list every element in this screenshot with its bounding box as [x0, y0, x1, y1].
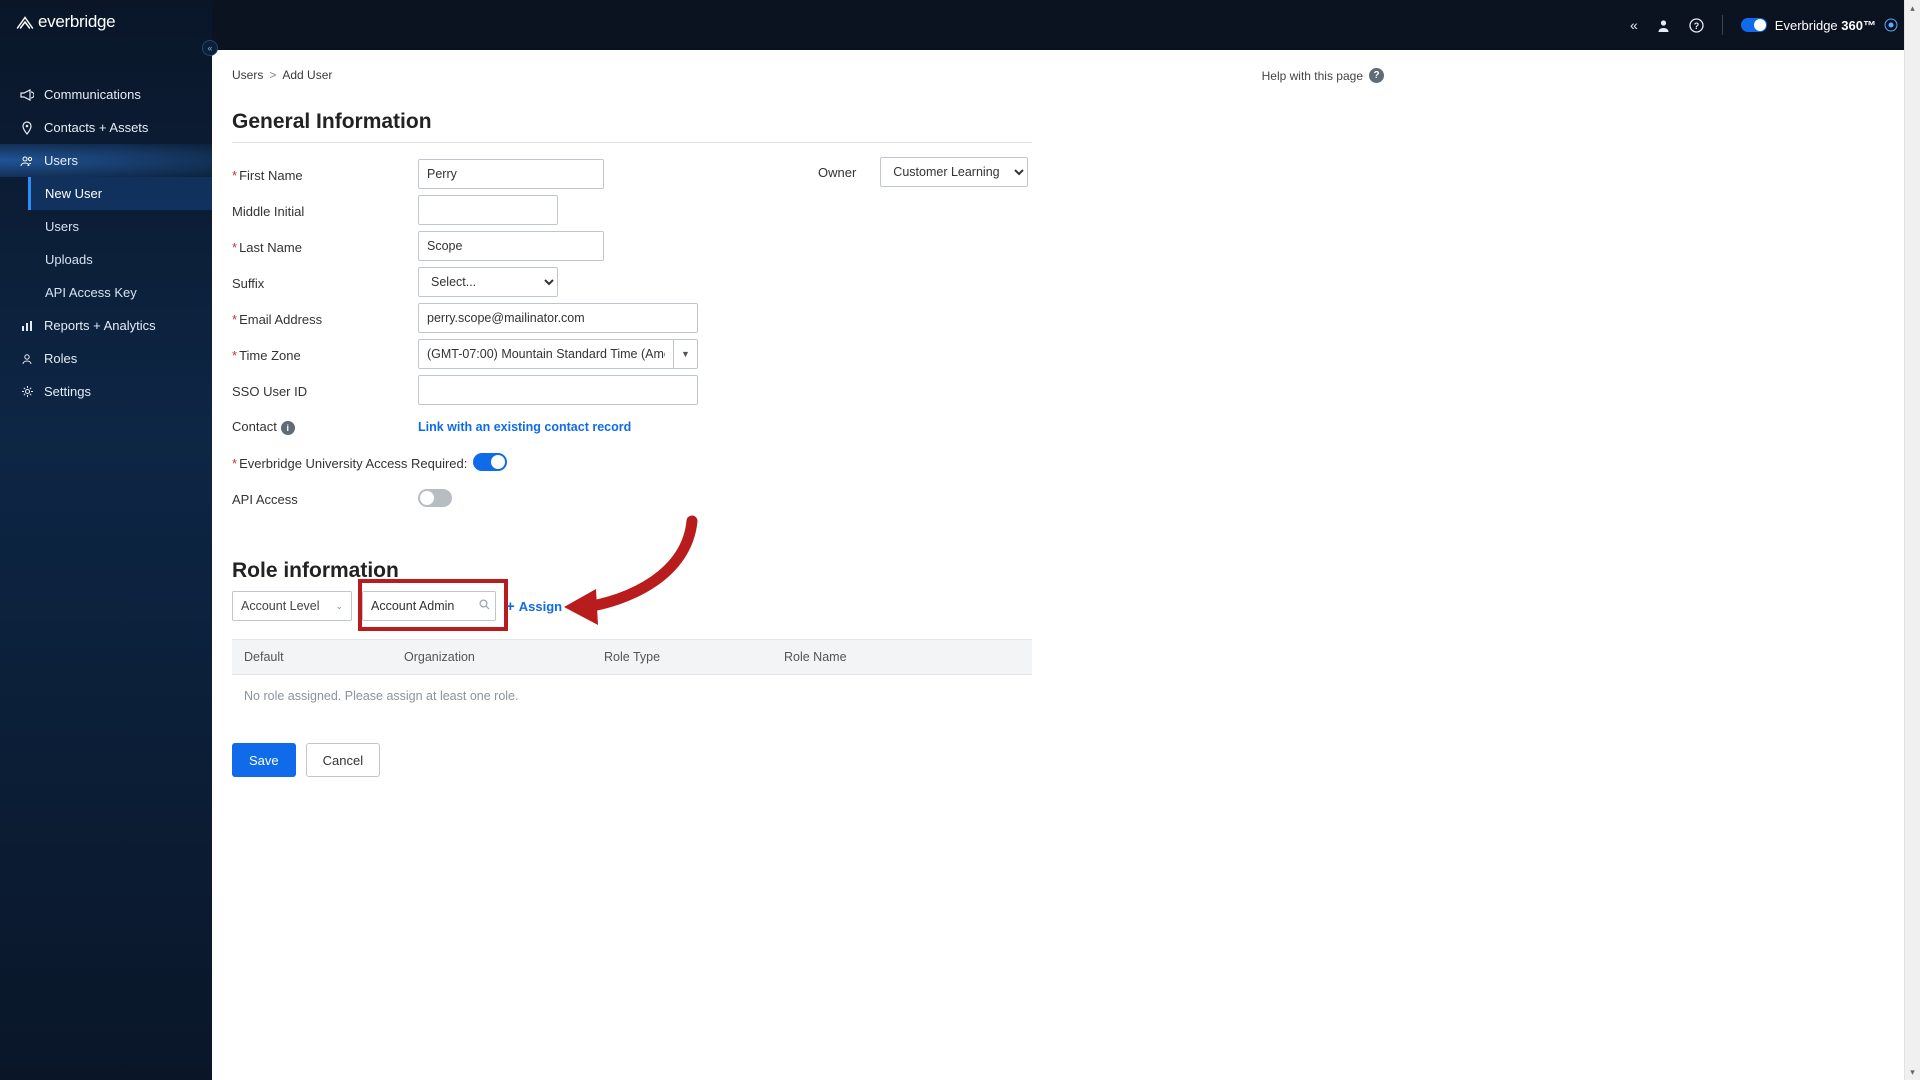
last-name-input[interactable] — [418, 231, 604, 261]
gear-icon — [16, 385, 38, 398]
sso-input[interactable] — [418, 375, 698, 405]
sidebar-nav: Communications Contacts + Assets Users N… — [0, 46, 212, 408]
subnav-label: Users — [45, 219, 79, 234]
suffix-select[interactable]: Select... — [418, 267, 558, 297]
subnav-item-api-key[interactable]: API Access Key — [28, 276, 212, 309]
last-name-label: *Last Name — [232, 238, 418, 255]
section-title-role: Role information — [232, 559, 1384, 583]
contact-label: Contacti — [232, 417, 418, 435]
suffix-label: Suffix — [232, 274, 418, 291]
timezone-label: *Time Zone — [232, 346, 418, 363]
brand-logo: everbridge — [0, 0, 212, 46]
browser-scrollbar[interactable]: ▴ ▾ — [1904, 0, 1920, 1080]
first-name-input[interactable] — [418, 159, 604, 189]
role-scope-select[interactable]: Account Level ⌄ — [232, 591, 352, 621]
users-icon — [16, 155, 38, 167]
role-scope-value: Account Level — [241, 599, 320, 613]
topbar: « ? Everbridge 360™ — [212, 0, 1920, 50]
role-table: Default Organization Role Type Role Name… — [232, 639, 1032, 717]
sidebar-item-settings[interactable]: Settings — [0, 375, 212, 408]
suite-info-icon[interactable] — [1884, 18, 1898, 32]
sidebar: everbridge « Communications Contacts + A… — [0, 0, 212, 1080]
info-icon[interactable]: i — [281, 421, 295, 435]
search-icon — [479, 599, 490, 613]
profile-icon[interactable] — [1656, 18, 1671, 33]
brand-name: everbridge — [38, 12, 115, 32]
help-label: Help with this page — [1262, 69, 1363, 83]
subnav-item-uploads[interactable]: Uploads — [28, 243, 212, 276]
megaphone-icon — [16, 89, 38, 101]
scroll-down-button[interactable]: ▾ — [1905, 1064, 1920, 1080]
sidebar-item-reports[interactable]: Reports + Analytics — [0, 309, 212, 342]
col-role-type: Role Type — [592, 640, 772, 674]
middle-initial-input[interactable] — [418, 195, 558, 225]
role-search-input[interactable] — [362, 591, 496, 621]
timezone-combobox[interactable]: ▼ — [418, 339, 1032, 369]
breadcrumb-separator: > — [269, 68, 276, 82]
role-table-header: Default Organization Role Type Role Name — [232, 639, 1032, 675]
section-divider — [232, 142, 1032, 143]
cancel-button[interactable]: Cancel — [306, 743, 380, 777]
col-role-name: Role Name — [772, 640, 1032, 674]
suite-toggle: Everbridge 360™ — [1741, 18, 1898, 33]
sidebar-item-label: Users — [44, 153, 78, 168]
svg-text:?: ? — [1694, 21, 1700, 31]
col-organization: Organization — [392, 640, 592, 674]
sidebar-item-label: Contacts + Assets — [44, 120, 148, 135]
email-label: *Email Address — [232, 310, 418, 327]
breadcrumb-root[interactable]: Users — [232, 68, 263, 82]
subnav-item-new-user[interactable]: New User — [28, 177, 212, 210]
sidebar-collapse-button[interactable]: « — [202, 40, 218, 56]
sidebar-item-roles[interactable]: Roles — [0, 342, 212, 375]
sidebar-item-communications[interactable]: Communications — [0, 78, 212, 111]
chevron-down-icon: ⌄ — [335, 601, 343, 612]
university-access-label: *Everbridge University Access Required: — [232, 454, 467, 471]
assign-label: Assign — [519, 599, 562, 614]
chart-icon — [16, 320, 38, 332]
col-default: Default — [232, 640, 392, 674]
link-contact-link[interactable]: Link with an existing contact record — [418, 420, 631, 434]
role-controls: Account Level ⌄ + Assign — [232, 591, 1384, 621]
breadcrumb: Users > Add User — [232, 68, 1384, 82]
sidebar-item-users[interactable]: Users — [0, 144, 212, 177]
save-button[interactable]: Save — [232, 743, 296, 777]
section-title-general: General Information — [232, 110, 1384, 134]
sidebar-item-label: Settings — [44, 384, 91, 399]
suite-label: Everbridge 360™ — [1775, 18, 1876, 33]
role-table-empty-msg: No role assigned. Please assign at least… — [232, 675, 1032, 717]
users-subnav: New User Users Uploads API Access Key — [0, 177, 212, 309]
owner-select[interactable]: Customer Learning Universe — [880, 157, 1028, 187]
plus-icon: + — [506, 598, 515, 615]
pin-icon — [16, 121, 38, 135]
subnav-label: New User — [45, 186, 102, 201]
sidebar-item-label: Roles — [44, 351, 77, 366]
collapse-header-icon[interactable]: « — [1630, 17, 1638, 33]
assign-role-link[interactable]: + Assign — [506, 598, 562, 615]
subnav-label: Uploads — [45, 252, 93, 267]
first-name-label: *First Name — [232, 166, 418, 183]
suite-toggle-switch[interactable] — [1741, 18, 1767, 32]
sidebar-item-contacts-assets[interactable]: Contacts + Assets — [0, 111, 212, 144]
owner-label: Owner — [818, 165, 856, 180]
person-icon — [16, 353, 38, 365]
sso-label: SSO User ID — [232, 382, 418, 399]
middle-initial-label: Middle Initial — [232, 202, 418, 219]
breadcrumb-current: Add User — [282, 68, 332, 82]
help-icon[interactable]: ? — [1689, 18, 1704, 33]
sidebar-item-label: Reports + Analytics — [44, 318, 156, 333]
everbridge-mark-icon — [16, 14, 34, 30]
sidebar-item-label: Communications — [44, 87, 141, 102]
topbar-divider — [1722, 15, 1723, 35]
timezone-input[interactable] — [418, 339, 674, 369]
email-input[interactable] — [418, 303, 698, 333]
help-with-page-link[interactable]: Help with this page ? — [1262, 68, 1384, 83]
api-access-label: API Access — [232, 490, 418, 507]
chevron-down-icon[interactable]: ▼ — [674, 339, 698, 369]
university-access-toggle[interactable] — [473, 453, 507, 471]
subnav-label: API Access Key — [45, 285, 137, 300]
question-icon: ? — [1369, 68, 1384, 83]
api-access-toggle[interactable] — [418, 489, 452, 507]
scroll-up-button[interactable]: ▴ — [1905, 0, 1920, 16]
subnav-item-users[interactable]: Users — [28, 210, 212, 243]
